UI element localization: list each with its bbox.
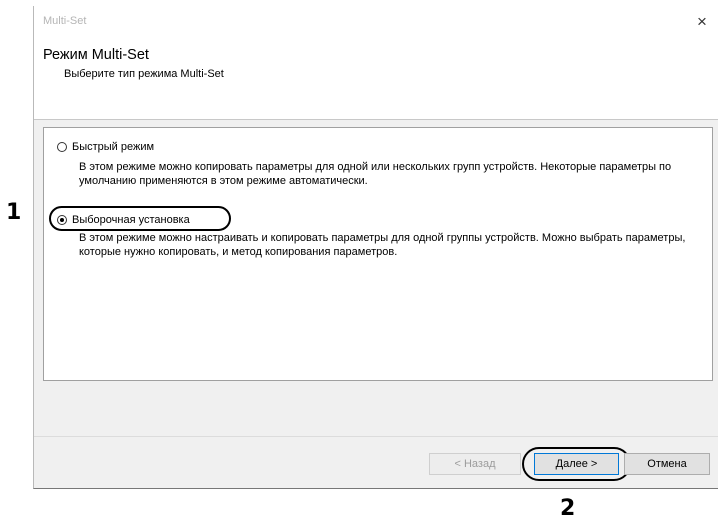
radio-label-quick: Быстрый режим (72, 141, 155, 153)
cancel-button[interactable]: Отмена (624, 453, 710, 475)
wizard-header: Режим Multi-Set Выберите тип режима Mult… (34, 40, 718, 120)
page-title: Режим Multi-Set (43, 47, 149, 63)
multi-set-dialog: Multi-Set × Режим Multi-Set Выберите тип… (33, 6, 718, 489)
radio-button-custom[interactable] (57, 215, 67, 225)
radio-button-quick[interactable] (57, 142, 67, 152)
custom-setup-description: В этом режиме можно настраивать и копиро… (79, 232, 686, 258)
close-icon[interactable]: × (688, 9, 716, 35)
callout-number-1: 1 (6, 200, 22, 225)
quick-mode-description: В этом режиме можно копировать параметры… (79, 161, 672, 187)
next-button[interactable]: Далее > (534, 453, 619, 475)
callout-number-2: 2 (560, 496, 576, 521)
footer-divider (34, 436, 718, 437)
back-button[interactable]: < Назад (429, 453, 521, 475)
page-subtitle: Выберите тип режима Multi-Set (64, 68, 224, 80)
radio-custom-setup[interactable]: Выборочная установка (57, 214, 190, 226)
title-bar: Multi-Set × (34, 6, 718, 40)
radio-label-custom: Выборочная установка (72, 214, 190, 226)
window-title: Multi-Set (43, 15, 87, 27)
mode-options-panel: Быстрый режим В этом режиме можно копиро… (43, 127, 713, 381)
radio-quick-mode[interactable]: Быстрый режим (57, 141, 154, 153)
